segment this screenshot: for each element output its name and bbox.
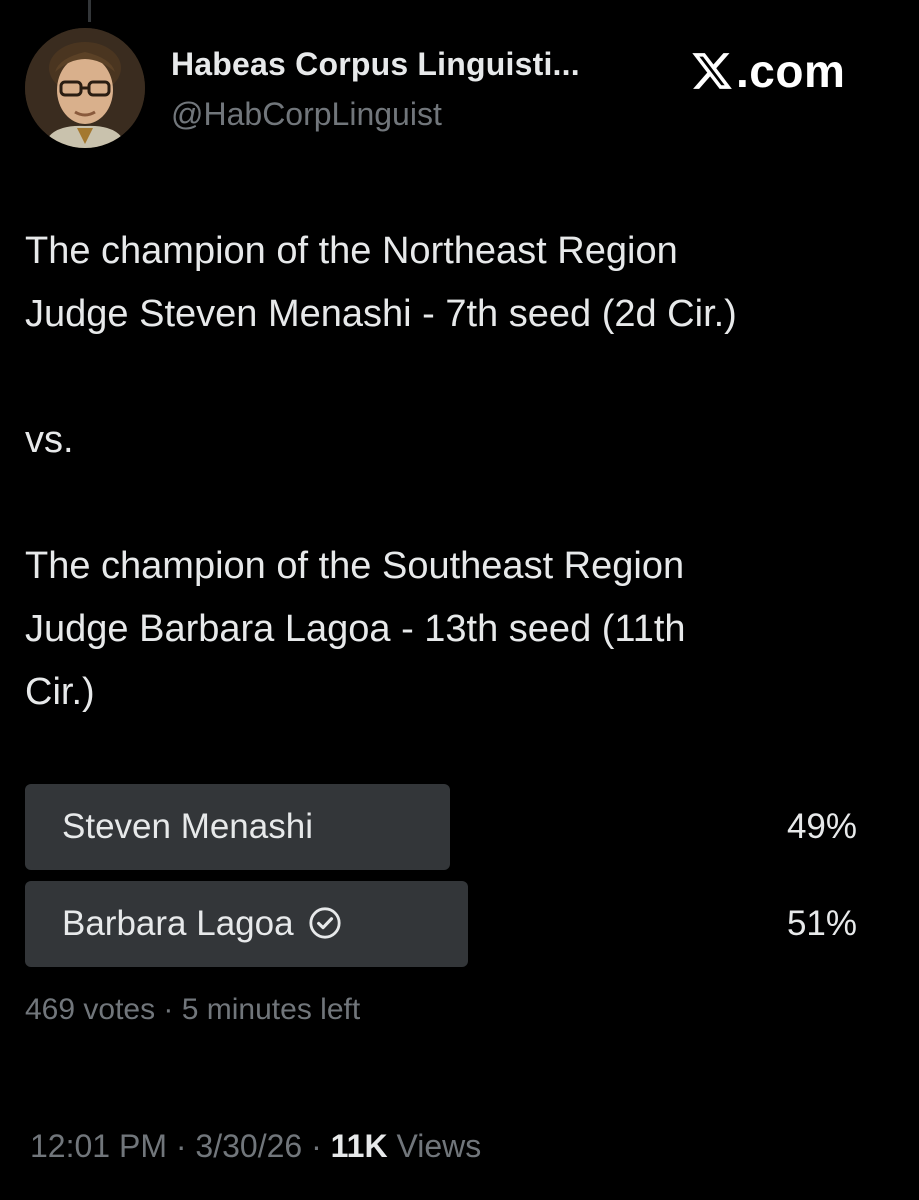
poll-option-label: Steven Menashi: [62, 807, 313, 846]
poll-option-percent: 49%: [786, 807, 857, 846]
author-handle[interactable]: @HabCorpLinguist: [171, 96, 442, 133]
x-brand-watermark: .com: [690, 44, 845, 104]
tweet-timestamp[interactable]: 12:01 PM · 3/30/26 ·: [30, 1128, 331, 1164]
brand-domain-text: .com: [736, 45, 846, 97]
thread-connector-line: [88, 0, 91, 22]
views-label: Views: [387, 1128, 482, 1164]
poll-option-label: Barbara Lagoa: [62, 904, 294, 943]
tweet-footer: 12:01 PM · 3/30/26 · 11K Views: [30, 1128, 481, 1165]
x-logo-icon: [692, 53, 732, 89]
poll-option-percent: 51%: [786, 904, 857, 943]
poll-option-label-wrap: Barbara Lagoa: [62, 881, 342, 967]
poll: Steven Menashi 49% Barbara Lagoa 51%: [25, 784, 865, 978]
tweet-header: Habeas Corpus Linguisti... @HabCorpLingu…: [25, 28, 895, 150]
views-count[interactable]: 11K: [331, 1128, 388, 1164]
author-display-name[interactable]: Habeas Corpus Linguisti...: [171, 46, 580, 83]
profile-photo-icon: [25, 28, 145, 148]
poll-meta: 469 votes · 5 minutes left: [25, 993, 361, 1026]
poll-option-steven-menashi[interactable]: Steven Menashi 49%: [25, 784, 865, 870]
tweet-body-text: The champion of the Northeast Region Jud…: [25, 230, 737, 713]
avatar[interactable]: [25, 28, 145, 148]
check-circle-icon: [308, 907, 341, 939]
poll-option-barbara-lagoa[interactable]: Barbara Lagoa 51%: [25, 881, 865, 967]
